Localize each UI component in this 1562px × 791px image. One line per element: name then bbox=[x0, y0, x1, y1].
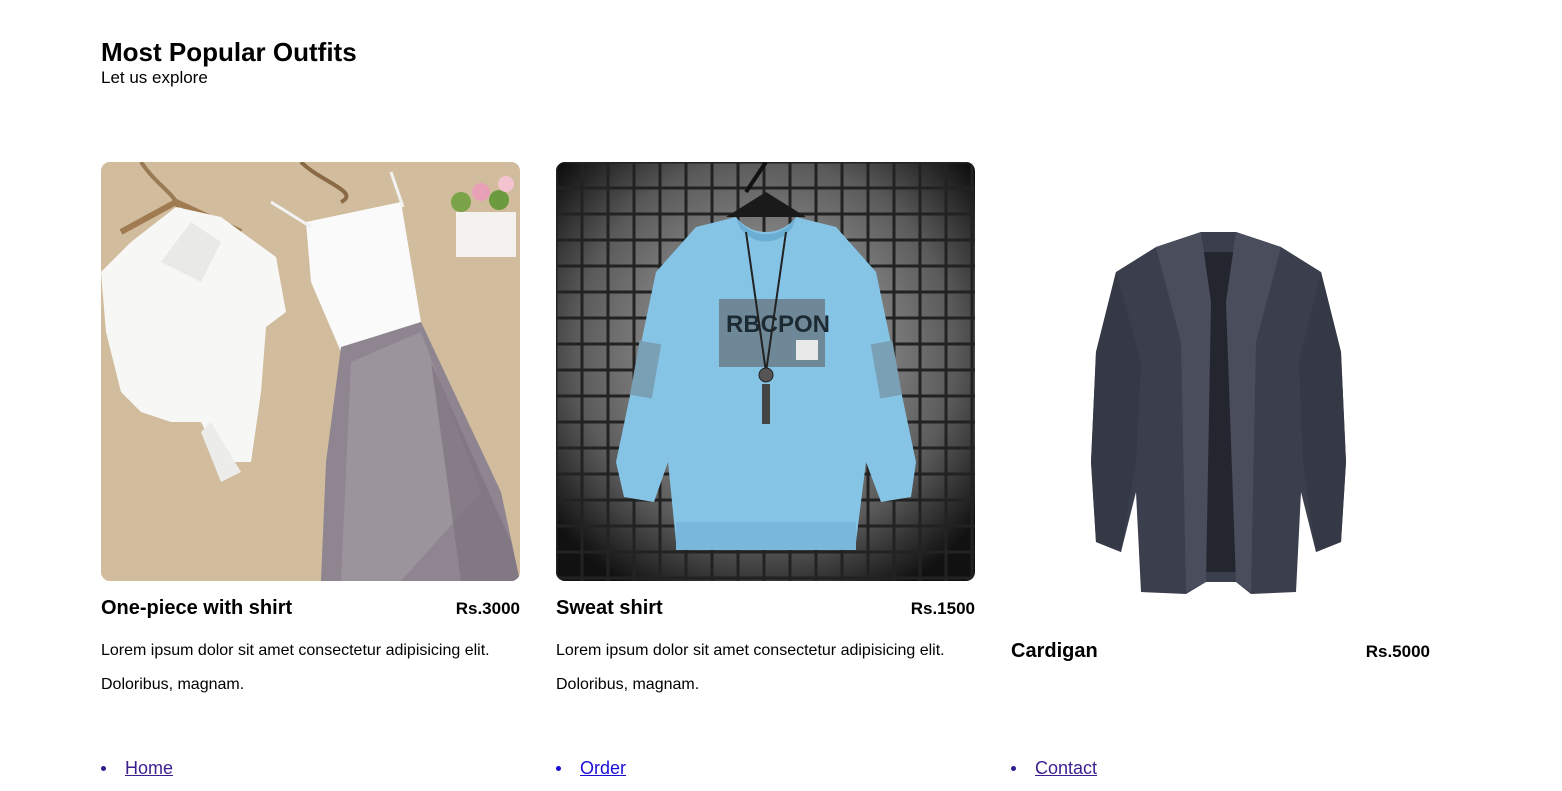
product-info-row: One-piece with shirt Rs.3000 bbox=[101, 597, 520, 620]
bullet-icon bbox=[101, 766, 106, 771]
product-name: One-piece with shirt bbox=[101, 597, 293, 619]
bullet-icon bbox=[1011, 766, 1016, 771]
product-price: Rs.1500 bbox=[910, 599, 975, 618]
product-card-cardigan: Cardigan Rs.5000 bbox=[1011, 162, 1430, 663]
print-text: RBCPON bbox=[726, 311, 830, 338]
product-description: Lorem ipsum dolor sit amet consectetur a… bbox=[556, 634, 975, 702]
nav-link-home[interactable]: Home bbox=[125, 758, 173, 779]
product-price: Rs.3000 bbox=[455, 599, 520, 618]
nav-link-contact[interactable]: Contact bbox=[1035, 758, 1097, 779]
bullet-icon bbox=[556, 766, 561, 771]
product-name: Cardigan bbox=[1011, 640, 1098, 662]
footer-nav: Home Order Contact bbox=[0, 756, 1562, 786]
nav-link-order[interactable]: Order bbox=[580, 758, 626, 779]
product-description-line: Lorem ipsum dolor sit amet consectetur a… bbox=[556, 642, 945, 659]
product-card-one-piece: One-piece with shirt Rs.3000 Lorem ipsum… bbox=[101, 162, 520, 702]
product-info-row: Cardigan Rs.5000 bbox=[1011, 640, 1430, 663]
page-subtitle: Let us explore bbox=[101, 68, 208, 87]
product-description: Lorem ipsum dolor sit amet consectetur a… bbox=[101, 634, 520, 702]
product-price: Rs.5000 bbox=[1365, 642, 1430, 661]
product-name: Sweat shirt bbox=[556, 597, 663, 619]
product-info-row: Sweat shirt Rs.1500 bbox=[556, 597, 975, 620]
product-card-sweat-shirt: RBCPON Sweat shirt Rs.1500 Lorem ipsum d… bbox=[556, 162, 975, 702]
product-image-cardigan bbox=[1011, 162, 1430, 622]
product-description-line: Doloribus, magnam. bbox=[101, 676, 245, 693]
product-image-sweat-shirt: RBCPON bbox=[556, 162, 975, 581]
product-image-one-piece bbox=[101, 162, 520, 581]
product-description-line: Lorem ipsum dolor sit amet consectetur a… bbox=[101, 642, 490, 659]
page-title: Most Popular Outfits bbox=[101, 37, 357, 67]
page-header: Most Popular Outfits Let us explore bbox=[101, 36, 357, 88]
product-description-line: Doloribus, magnam. bbox=[556, 676, 700, 693]
